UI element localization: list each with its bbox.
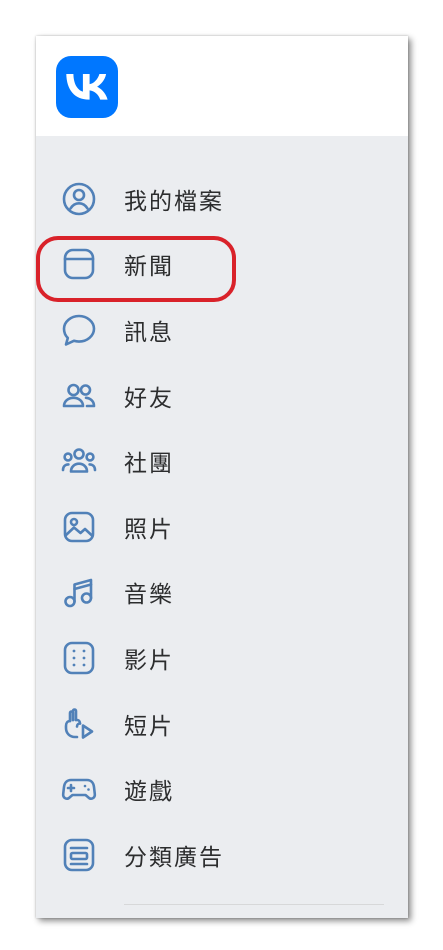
sidebar-item-label: 社團 — [124, 451, 174, 478]
music-icon — [60, 573, 98, 611]
sidebar-item-label: 我的檔案 — [124, 188, 224, 215]
sidebar-item-friends[interactable]: 好友 — [36, 363, 408, 429]
sidebar-panel: 我的檔案 新聞 訊息 好友 社團 照片 音樂 影片 短片 遊戲 分類廣告 — [36, 36, 408, 918]
clips-icon — [60, 705, 98, 743]
sidebar-item-games[interactable]: 遊戲 — [36, 756, 408, 822]
profile-icon — [60, 180, 98, 218]
sidebar-item-label: 訊息 — [124, 319, 174, 346]
sidebar-nav: 我的檔案 新聞 訊息 好友 社團 照片 音樂 影片 短片 遊戲 分類廣告 — [36, 166, 408, 888]
sidebar-item-messages[interactable]: 訊息 — [36, 297, 408, 363]
sidebar-item-label: 短片 — [124, 713, 174, 740]
sidebar-item-profile[interactable]: 我的檔案 — [36, 166, 408, 232]
classifieds-icon — [60, 836, 98, 874]
sidebar-item-label: 分類廣告 — [124, 844, 224, 871]
sidebar-item-label: 遊戲 — [124, 779, 174, 806]
sidebar-item-classifieds[interactable]: 分類廣告 — [36, 822, 408, 888]
friends-icon — [60, 377, 98, 415]
sidebar-item-photos[interactable]: 照片 — [36, 494, 408, 560]
communities-icon — [60, 442, 98, 480]
vk-logo[interactable] — [56, 56, 118, 118]
sidebar-item-news[interactable]: 新聞 — [36, 232, 408, 298]
header — [36, 36, 408, 136]
video-icon — [60, 639, 98, 677]
sidebar-item-clips[interactable]: 短片 — [36, 691, 408, 757]
vk-logo-icon — [66, 74, 108, 100]
sidebar-item-video[interactable]: 影片 — [36, 625, 408, 691]
messages-icon — [60, 311, 98, 349]
sidebar-item-communities[interactable]: 社團 — [36, 428, 408, 494]
news-icon — [60, 245, 98, 283]
sidebar-item-label: 好友 — [124, 385, 174, 412]
sidebar-item-label: 音樂 — [124, 582, 174, 609]
sidebar-item-label: 影片 — [124, 647, 174, 674]
sidebar-item-label: 新聞 — [124, 254, 174, 281]
photos-icon — [60, 508, 98, 546]
games-icon — [60, 770, 98, 808]
sidebar-item-music[interactable]: 音樂 — [36, 560, 408, 626]
sidebar-item-label: 照片 — [124, 516, 174, 543]
divider — [124, 904, 384, 905]
